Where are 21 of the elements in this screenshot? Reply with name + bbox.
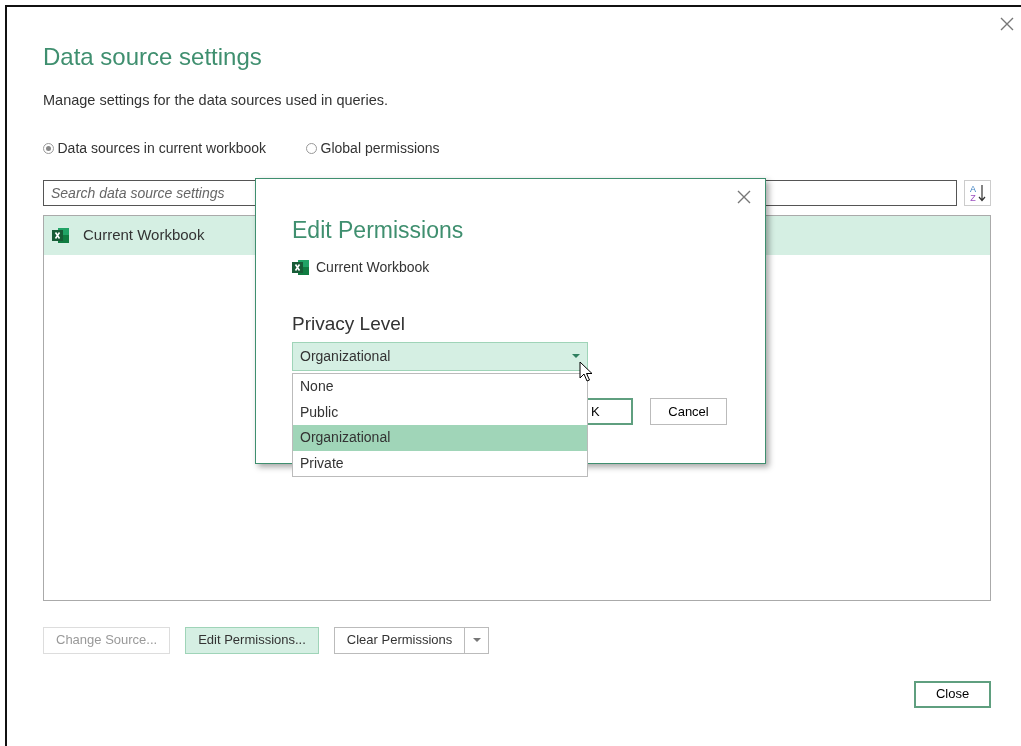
field-label: Privacy Level [292, 311, 406, 336]
ok-button[interactable]: K [588, 398, 633, 425]
radio-option[interactable]: Global permissions [306, 137, 440, 159]
dropdown-option[interactable]: Organizational [293, 425, 587, 451]
dropdown-option[interactable]: None [293, 374, 587, 400]
dropdown-option[interactable]: Private [293, 450, 587, 476]
source-name: Current Workbook [316, 257, 430, 277]
radio-option[interactable]: Data sources in current workbook [43, 137, 267, 159]
dialog-title: Edit Permissions [292, 217, 465, 245]
sort-button[interactable]: A Z [964, 179, 991, 206]
clear-permissions-button[interactable]: Clear Permissions [333, 626, 466, 654]
caret-icon [572, 353, 580, 359]
close-button[interactable]: Close [914, 680, 991, 708]
dropdown-option[interactable]: Public [293, 399, 587, 425]
privacy-dropdown[interactable]: Organizational [292, 341, 588, 371]
cancel-button[interactable]: Cancel [650, 398, 727, 425]
excel-icon [52, 226, 69, 244]
description-text: Manage settings for the data sources used in queries. [43, 90, 389, 110]
action-button[interactable]: Edit Permissions... [185, 626, 319, 654]
dialog-title: Data source settings [43, 43, 263, 72]
excel-icon [292, 258, 309, 276]
